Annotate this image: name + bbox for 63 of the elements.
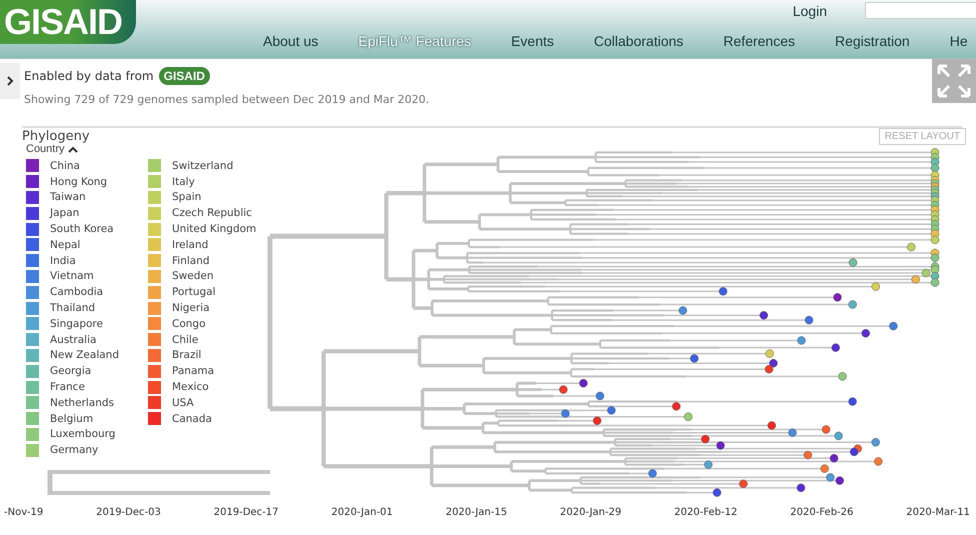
legend-label: Germany [50, 444, 98, 456]
legend-label: Hong Kong [50, 176, 108, 188]
legend-label: Canada [172, 412, 212, 425]
sidebar-toggle[interactable] [0, 63, 20, 99]
axis-label: 2020-Jan-15 [446, 507, 508, 518]
legend-label: Singapore [50, 318, 103, 330]
legend-label: Japan [50, 207, 80, 220]
legend-label: United Kingdom [172, 223, 256, 236]
axis-label: 2020-Mar-11 [906, 507, 970, 518]
legend-label: Brazil [172, 349, 202, 362]
legend-label: Nigeria [172, 302, 210, 314]
nav-link[interactable]: He [950, 33, 968, 49]
nav-link[interactable]: Collaborations [594, 33, 684, 49]
legend-label: Chile [172, 334, 198, 346]
axis-label: 2020-Feb-12 [674, 507, 738, 518]
legend-label: Ireland [172, 238, 208, 251]
legend-label: Italy [172, 176, 195, 188]
axis-label: 2019-Dec-17 [214, 507, 279, 518]
legend-label: Cambodia [50, 286, 104, 298]
panel-title: Phylogeny [22, 129, 90, 144]
legend-label: Congo [172, 318, 206, 330]
legend-label: China [50, 160, 80, 172]
legend-label: Portugal [172, 286, 216, 298]
legend-label: Panama [172, 365, 214, 378]
nav-link[interactable]: Events [511, 33, 554, 49]
legend-label: USA [172, 396, 194, 409]
nav-link[interactable]: About us [263, 33, 318, 49]
legend-label: India [50, 254, 76, 267]
axis-label: -Nov-19 [4, 507, 44, 518]
legend-label: Spain [172, 191, 202, 204]
legend-label: France [50, 381, 85, 394]
summary-text: Showing 729 of 729 genomes sampled between Dec 2019 and Mar 2020. [24, 93, 430, 106]
legend-label: Australia [50, 334, 96, 346]
login-link[interactable]: Login [792, 2, 827, 18]
legend-label: Mexico [172, 381, 209, 394]
legend-label: South Korea [50, 223, 114, 236]
legend-label: Luxembourg [50, 428, 116, 440]
axis-label: 2019-Dec-03 [96, 507, 161, 518]
legend-label: Czech Republic [172, 207, 252, 220]
axis-label: 2020-Jan-01 [331, 507, 393, 518]
legend-label: Nepal [50, 238, 80, 251]
nav-link[interactable]: References [723, 33, 795, 49]
legend-label: New Zealand [50, 349, 119, 362]
legend-label: Finland [172, 254, 210, 267]
legend-label: Belgium [50, 412, 94, 425]
chevron-icon [6, 76, 14, 86]
legend-label: Vietnam [50, 270, 94, 282]
legend-label: Thailand [50, 302, 96, 314]
logo-badge[interactable]: GISAID [158, 67, 210, 85]
legend-label: Georgia [50, 365, 92, 378]
legend-label: Netherlands [50, 396, 114, 409]
caret-icon [68, 146, 78, 152]
credit-text: Enabled by data from [24, 69, 154, 83]
logo[interactable]: GISAID [0, 0, 136, 44]
legend-label: Sweden [172, 270, 214, 282]
legend-toggle[interactable]: Country [26, 143, 78, 155]
axis-label: 2020-Feb-26 [790, 507, 854, 518]
search-field[interactable] [865, 2, 976, 19]
fullscreen-button[interactable] [932, 59, 976, 103]
legend-label: Taiwan [50, 191, 86, 204]
axis-label: 2020-Jan-29 [560, 507, 622, 518]
legend-label: Switzerland [172, 160, 234, 172]
nav-link[interactable]: Registration [835, 33, 910, 49]
